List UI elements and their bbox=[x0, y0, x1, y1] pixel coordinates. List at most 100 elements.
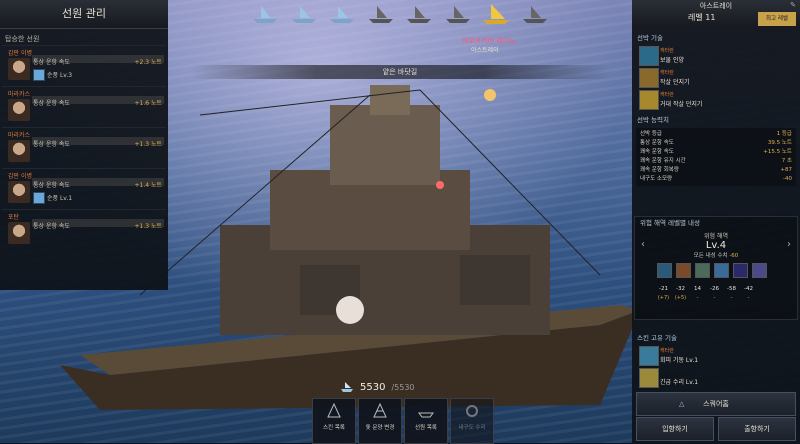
ship-info-panel: 아스트레이 ✎ 레벨 11 최고 레벨 선박 기술 캐터란 보물 인양 캐터란 … bbox=[632, 0, 800, 443]
giant-harpoon-skill-icon bbox=[639, 90, 659, 110]
resist-extra-value: - bbox=[747, 295, 750, 301]
crew-slot[interactable]: 갑판 이병 통상 운항 속도 +1.4 노트 순풍 Lv.1 bbox=[2, 168, 166, 209]
evasion-skill-icon bbox=[639, 346, 659, 366]
tab-label: 내구도 수리 bbox=[458, 425, 486, 431]
crew-stat: 통상 운항 속도 bbox=[33, 59, 70, 66]
crew-portrait bbox=[8, 99, 30, 121]
ship-skill[interactable]: 캐터란 거대 작살 던지기 bbox=[634, 88, 798, 110]
skill-tag: 캐터란 bbox=[660, 348, 674, 354]
ability-row: 쾌속 운항 속도 +15.5 노트 bbox=[636, 148, 796, 157]
crew-list-tab[interactable]: 선원 목록 bbox=[404, 398, 448, 444]
crew-stat: 통상 운항 속도 bbox=[33, 141, 70, 148]
fire-resist-icon bbox=[676, 263, 691, 278]
max-level-button[interactable]: 최고 레벨 bbox=[758, 12, 796, 26]
locked-ship-icon bbox=[445, 6, 470, 23]
crew-slot[interactable]: 마라카스 통상 운항 속도 +1.6 노트 bbox=[2, 86, 166, 127]
ship-icon bbox=[291, 6, 316, 23]
ship-icon bbox=[522, 6, 547, 23]
ability-name: 쾌속 운항 속도 bbox=[640, 149, 674, 155]
prev-level-arrow-icon[interactable]: ‹ bbox=[641, 239, 645, 250]
tab-label: 스킨 목록 bbox=[323, 425, 345, 431]
crew-slot[interactable]: 마라카스 통상 운항 속도 +1.3 노트 bbox=[2, 127, 166, 168]
crew-ship-icon bbox=[418, 412, 434, 418]
resist-value: -26 bbox=[710, 286, 719, 292]
sail-icon bbox=[327, 403, 341, 418]
depart-button[interactable]: 출항하기 bbox=[718, 417, 796, 441]
resist-icons bbox=[635, 263, 797, 278]
ship-slot-8[interactable] bbox=[520, 2, 551, 26]
ship-slot-2[interactable] bbox=[289, 2, 320, 26]
ability-value: 1 등급 bbox=[776, 131, 792, 137]
skin-skills: 스킨 고유 기술 캐터란 회피 기동 Lv.1 긴급 수리 Lv.1 bbox=[632, 328, 800, 388]
skill-name: 거대 작살 던지기 bbox=[660, 101, 703, 108]
selected-ship-icon bbox=[483, 4, 510, 24]
board-button[interactable]: 입항하기 bbox=[636, 417, 714, 441]
crew-role: 갑판 이병 bbox=[8, 173, 32, 180]
crew-portrait bbox=[8, 222, 30, 244]
crew-role: 마라카스 bbox=[8, 132, 31, 139]
crew-stat: 통상 운항 속도 bbox=[33, 223, 70, 230]
crew-portrait bbox=[8, 140, 30, 162]
ice-resist-icon bbox=[714, 263, 729, 278]
ship-slot-4[interactable] bbox=[366, 2, 397, 26]
repair-skill-icon bbox=[639, 368, 659, 388]
ability-name: 내구도 소모량 bbox=[640, 176, 673, 182]
ability-value: -40 bbox=[783, 176, 792, 182]
ship-durability-icon bbox=[341, 382, 353, 392]
ship-slot-1[interactable] bbox=[250, 2, 281, 26]
resist-extra-value: - bbox=[730, 295, 733, 301]
repair-tab[interactable]: 내구도 수리 bbox=[450, 398, 494, 444]
edit-icon[interactable]: ✎ bbox=[790, 1, 796, 9]
crew-portrait bbox=[8, 181, 30, 203]
storm-resist-icon bbox=[695, 263, 710, 278]
crew-stat-value: +1.3 노트 bbox=[134, 223, 162, 230]
tab-label: 돛 문양 변경 bbox=[365, 425, 395, 431]
next-level-arrow-icon[interactable]: › bbox=[787, 239, 791, 250]
harpoon-skill-icon bbox=[639, 68, 659, 88]
ship-abilities-list: 선박 등급 1 등급 통상 운항 속도 39.5 노트 쾌속 운항 속도 +15.5 … bbox=[636, 128, 796, 186]
ship-slot-3[interactable] bbox=[327, 2, 358, 26]
triangle-icon: △ bbox=[679, 400, 685, 408]
danger-all-value: -60 bbox=[729, 253, 739, 259]
resist-value: -32 bbox=[676, 286, 685, 292]
resist-extra-value: - bbox=[713, 295, 716, 301]
crew-slot[interactable]: 갑판 이병 통상 운항 속도 +2.3 노트 순풍 Lv.3 bbox=[2, 45, 166, 86]
crew-stat-value: +1.6 노트 bbox=[134, 100, 162, 107]
ship-icon bbox=[330, 6, 355, 23]
crew-stat-value: +1.3 노트 bbox=[134, 141, 162, 148]
ship-panel-name: 아스트레이 bbox=[699, 2, 733, 10]
crew-panel-title: 선원 관리 bbox=[0, 0, 168, 29]
danger-level: Lv.4 bbox=[705, 240, 727, 251]
ability-name: 통상 운항 속도 bbox=[640, 140, 674, 146]
skin-skill[interactable]: 긴급 수리 Lv.1 bbox=[634, 366, 798, 388]
crew-skill: 순풍 Lv.3 bbox=[47, 72, 73, 79]
ship-skills-title: 선박 기술 bbox=[637, 34, 663, 42]
ship-slot-7[interactable] bbox=[481, 2, 512, 26]
ship-slot-6[interactable] bbox=[443, 2, 474, 26]
ship-abilities-title: 선박 능력치 bbox=[637, 116, 669, 124]
ship-icon bbox=[253, 6, 278, 23]
ability-row: 쾌속 운항 회복량 +87 bbox=[636, 166, 796, 175]
crew-slot[interactable]: 포탄 통상 운항 속도 +1.3 노트 bbox=[2, 209, 166, 250]
crew-role: 갑판 이병 bbox=[8, 50, 32, 57]
main-action-button[interactable]: △ 스쿼어홈 bbox=[636, 392, 796, 416]
skin-skills-title: 스킨 고유 기술 bbox=[637, 334, 678, 342]
ship-skill[interactable]: 캐터란 작살 던지기 bbox=[634, 66, 798, 88]
ability-row: 내구도 소모량 -40 bbox=[636, 175, 796, 184]
ability-name: 쾌속 운항 회복량 bbox=[640, 167, 679, 173]
durability-value: 5530 bbox=[360, 381, 386, 393]
crew-role: 포탄 bbox=[8, 214, 20, 221]
crew-role: 마라카스 bbox=[8, 91, 31, 98]
crew-management-panel: 선원 관리 탑승한 선원 갑판 이병 통상 운항 속도 +2.3 노트 순풍 L… bbox=[0, 0, 168, 290]
dark-resist-icon bbox=[733, 263, 748, 278]
ship-slot-5[interactable] bbox=[404, 2, 435, 26]
skin-skill[interactable]: 캐터란 회피 기동 Lv.1 bbox=[634, 344, 798, 366]
ability-value: 39.5 노트 bbox=[767, 140, 792, 146]
crew-subtitle: 탑승한 선원 bbox=[5, 35, 40, 43]
crew-stat: 통상 운항 속도 bbox=[33, 182, 70, 189]
skin-list-tab[interactable]: 스킨 목록 bbox=[312, 398, 356, 444]
sail-pattern-tab[interactable]: 돛 문양 변경 bbox=[358, 398, 402, 444]
treasure-skill-icon bbox=[639, 46, 659, 66]
ship-skill[interactable]: 캐터란 보물 인양 bbox=[634, 44, 798, 66]
durability-max: /5530 bbox=[391, 382, 415, 392]
